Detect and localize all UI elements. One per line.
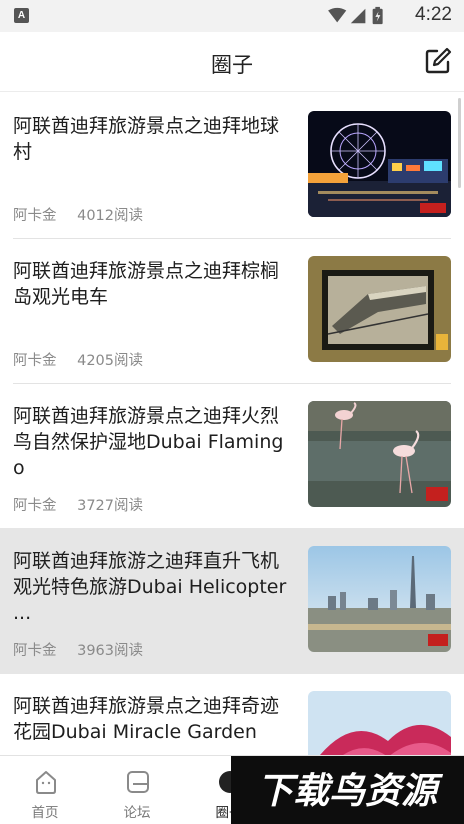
status-time: 4:22 bbox=[415, 4, 452, 25]
watermark-text: 下载鸟资源 bbox=[257, 771, 444, 812]
signal-wifi-battery-icons bbox=[328, 6, 383, 25]
notification-badge-icon: A bbox=[14, 8, 29, 23]
post-feed[interactable]: 阿联酋迪拜旅游景点之迪拜地球村 阿卡金 4012阅读 阿联酋迪拜旅游景点之迪拜棕… bbox=[0, 93, 464, 755]
feed-item-reads: 4012阅读 bbox=[77, 208, 144, 224]
app-header: 圈子 bbox=[0, 32, 464, 92]
feed-item-author: 阿卡金 bbox=[13, 353, 57, 369]
thumbnail-monorail-painting bbox=[308, 256, 451, 362]
feed-item-reads: 3727阅读 bbox=[77, 498, 144, 514]
feed-item-reads: 3963阅读 bbox=[77, 643, 144, 659]
page-title: 圈子 bbox=[211, 53, 253, 77]
feed-item[interactable]: 阿联酋迪拜旅游景点之迪拜棕榈岛观光电车 阿卡金 4205阅读 bbox=[0, 238, 464, 384]
nav-label: 论坛 bbox=[123, 805, 151, 821]
forum-icon bbox=[127, 771, 149, 793]
feed-item-meta: 阿卡金 3727阅读 bbox=[13, 494, 159, 515]
status-bar: A 4:22 bbox=[0, 0, 464, 32]
feed-item-reads: 4205阅读 bbox=[77, 353, 144, 369]
thumbnail-night-ferris-wheel bbox=[308, 111, 451, 217]
feed-item-title: 阿联酋迪拜旅游之迪拜直升飞机观光特色旅游Dubai Helicopter ... bbox=[13, 550, 287, 624]
thumbnail-flower-garden bbox=[308, 691, 451, 755]
feed-item-meta: 阿卡金 3963阅读 bbox=[13, 639, 159, 660]
feed-item[interactable]: 阿联酋迪拜旅游景点之迪拜火烈鸟自然保护湿地Dubai Flamingo 阿卡金 … bbox=[0, 383, 464, 529]
nav-tab-forum[interactable]: 论坛 bbox=[92, 756, 182, 824]
nav-label: 首页 bbox=[31, 805, 59, 821]
feed-item-title: 阿联酋迪拜旅游景点之迪拜地球村 bbox=[13, 115, 280, 163]
feed-item-author: 阿卡金 bbox=[13, 643, 57, 659]
edit-post-icon[interactable] bbox=[424, 47, 452, 75]
feed-item-title: 阿联酋迪拜旅游景点之迪拜火烈鸟自然保护湿地Dubai Flamingo bbox=[13, 405, 284, 479]
feed-item-author: 阿卡金 bbox=[13, 498, 57, 514]
thumbnail-city-skyline bbox=[308, 546, 451, 652]
feed-item-title: 阿联酋迪拜旅游景点之迪拜奇迹花园Dubai Miracle Garden bbox=[13, 695, 280, 743]
nav-tab-home[interactable]: 首页 bbox=[0, 756, 90, 824]
feed-item-title: 阿联酋迪拜旅游景点之迪拜棕榈岛观光电车 bbox=[13, 260, 280, 308]
feed-item[interactable]: 阿联酋迪拜旅游景点之迪拜地球村 阿卡金 4012阅读 bbox=[0, 93, 464, 239]
feed-item-author: 阿卡金 bbox=[13, 208, 57, 224]
watermark-logo: 下载鸟资源 bbox=[231, 756, 464, 824]
feed-item-meta: 阿卡金 4012阅读 bbox=[13, 204, 159, 225]
feed-item[interactable]: 阿联酋迪拜旅游景点之迪拜奇迹花园Dubai Miracle Garden bbox=[0, 673, 464, 755]
feed-item-meta: 阿卡金 4205阅读 bbox=[13, 349, 159, 370]
thumbnail-flamingos bbox=[308, 401, 451, 507]
home-icon bbox=[36, 771, 56, 794]
feed-item[interactable]: 阿联酋迪拜旅游之迪拜直升飞机观光特色旅游Dubai Helicopter ...… bbox=[0, 528, 464, 674]
